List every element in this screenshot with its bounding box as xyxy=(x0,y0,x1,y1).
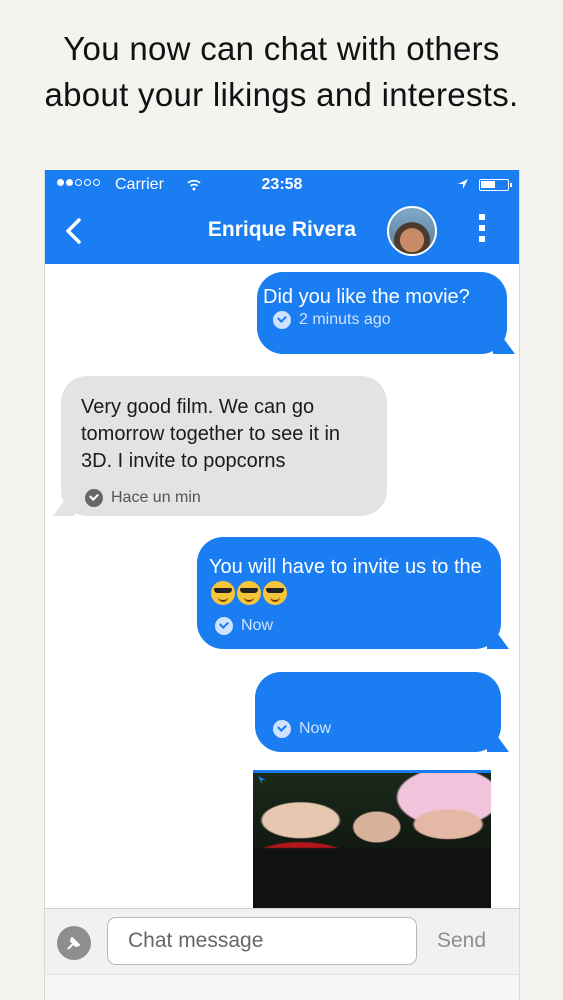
read-check-icon xyxy=(273,311,291,329)
promo-line-1: You now can chat with others xyxy=(63,30,500,67)
phone-screen: Carrier 23:58 Enrique Rivera Did you lik… xyxy=(44,170,520,1000)
send-button[interactable]: Send xyxy=(437,929,486,953)
contact-avatar[interactable] xyxy=(387,206,437,256)
message-bubble-outgoing[interactable]: You will have to invite us to the Now xyxy=(197,537,509,649)
message-time: Hace un min xyxy=(111,489,201,506)
message-time: Now xyxy=(241,617,274,634)
status-bar: Carrier 23:58 xyxy=(45,170,519,200)
message-text-block: You will have to invite us to the xyxy=(209,553,489,609)
message-list[interactable]: Did you like the movie? 2 minuts ago Ver… xyxy=(45,264,519,908)
message-meta: Now xyxy=(215,617,489,635)
message-text: Very good film. We can go tomorrow toget… xyxy=(81,396,341,472)
keyboard-strip xyxy=(45,974,519,1000)
battery-icon xyxy=(479,179,512,191)
message-bubble-outgoing[interactable]: Did you like the movie? 2 minuts ago xyxy=(257,272,515,354)
message-meta: 2 minuts ago xyxy=(273,311,507,329)
message-time: 2 minuts ago xyxy=(299,311,391,328)
sunglasses-emoji-icon xyxy=(263,581,287,605)
chat-header-bar: Carrier 23:58 Enrique Rivera xyxy=(45,170,519,264)
sunglasses-emoji-icon xyxy=(237,581,261,605)
contact-name[interactable]: Enrique Rivera xyxy=(45,218,519,242)
message-text: Did you like the movie? xyxy=(263,286,470,308)
more-options-icon[interactable] xyxy=(479,214,485,244)
chat-message-input[interactable] xyxy=(107,917,417,965)
attach-button[interactable] xyxy=(57,926,91,960)
message-meta: Hace un min xyxy=(85,489,367,507)
message-photo[interactable] xyxy=(253,770,491,908)
location-arrow-icon xyxy=(458,179,468,189)
status-time: 23:58 xyxy=(261,176,303,193)
read-check-icon xyxy=(85,489,103,507)
message-time: Now xyxy=(299,720,332,737)
message-meta: Now xyxy=(273,720,501,738)
sunglasses-emoji-icon xyxy=(211,581,235,605)
attach-pin-icon xyxy=(67,937,80,950)
composer-bar: Send xyxy=(45,908,519,974)
message-text: You will have to invite us to the xyxy=(209,556,482,578)
message-bubble-incoming[interactable]: Very good film. We can go tomorrow toget… xyxy=(53,376,387,516)
pin-icon xyxy=(258,776,266,784)
promo-caption: You now can chat with others about your … xyxy=(0,26,563,118)
message-bubble-outgoing[interactable]: Now xyxy=(255,672,509,752)
read-check-icon xyxy=(215,617,233,635)
promo-line-2: about your likings and interests. xyxy=(44,76,519,113)
read-check-icon xyxy=(273,720,291,738)
